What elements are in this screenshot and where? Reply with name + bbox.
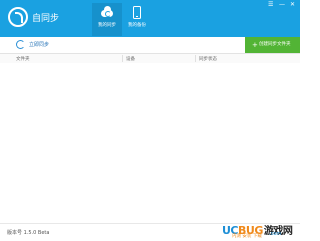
watermark-tagline: 内测 安装 下载: [232, 234, 262, 239]
plus-icon: +: [252, 41, 258, 49]
column-header-sync-status[interactable]: 同步状态: [199, 56, 217, 62]
menu-icon[interactable]: ☰: [268, 2, 273, 8]
tab-my-sync[interactable]: 我的同步: [92, 3, 122, 36]
column-header-folder[interactable]: 文件夹: [16, 56, 30, 62]
cloud-sync-icon: [99, 6, 115, 20]
tab-my-backup[interactable]: 我的备份: [122, 3, 152, 36]
app-logo-icon: [8, 7, 28, 27]
sync-now-button[interactable]: 立即同步: [29, 41, 49, 48]
create-sync-folder-button[interactable]: + 创建同步文件夹: [245, 37, 300, 53]
sync-folder-list[interactable]: [0, 63, 300, 223]
column-divider: [195, 55, 196, 62]
close-button[interactable]: ✕: [290, 2, 295, 8]
watermark-domain: .com: [269, 231, 282, 237]
minimize-button[interactable]: —: [279, 2, 285, 8]
tab-my-backup-label: 我的备份: [128, 23, 146, 28]
title-bar: 自同步 我的同步 我的备份 ☰ — ✕: [0, 0, 300, 37]
column-divider: [122, 55, 123, 62]
version-label: 版本号 1.5.0 Beta: [7, 230, 50, 236]
app-title: 自同步: [32, 14, 60, 24]
tab-my-sync-label: 我的同步: [98, 23, 116, 28]
column-header-device[interactable]: 设备: [126, 56, 135, 62]
refresh-icon[interactable]: [16, 40, 25, 49]
phone-icon: [129, 6, 145, 20]
create-sync-folder-label: 创建同步文件夹: [259, 42, 291, 47]
